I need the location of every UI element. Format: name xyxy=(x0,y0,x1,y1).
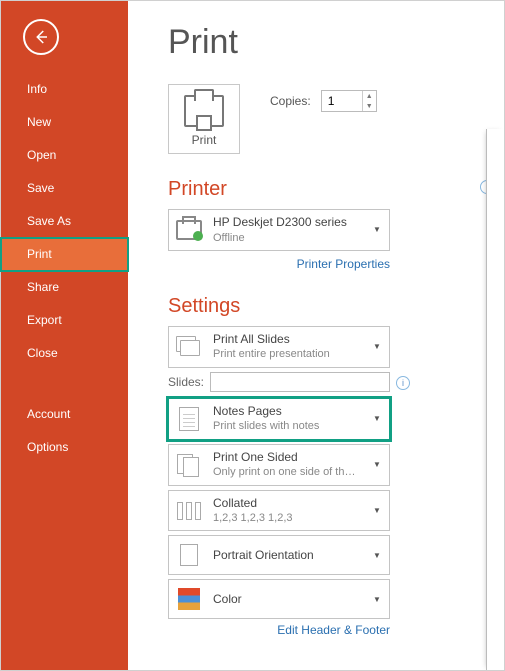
backstage-view: Info New Open Save Save As Print Share E… xyxy=(1,1,504,670)
orientation-title: Portrait Orientation xyxy=(213,548,361,564)
color-select[interactable]: Color ▼ xyxy=(168,579,390,619)
sidebar-item-account[interactable]: Account xyxy=(1,398,128,431)
copies-up-icon[interactable]: ▲ xyxy=(363,91,376,101)
slides-deck-icon xyxy=(175,333,203,361)
sidebar-item-info[interactable]: Info xyxy=(1,73,128,106)
slides-range-input[interactable] xyxy=(210,372,390,392)
print-what-title: Print All Slides xyxy=(213,332,361,348)
page-title: Print xyxy=(168,23,494,62)
printer-status: Offline xyxy=(213,231,361,245)
printer-name: HP Deskjet D2300 series xyxy=(213,215,361,231)
collate-select[interactable]: Collated 1,2,3 1,2,3 1,2,3 ▼ xyxy=(168,490,390,532)
collate-icon xyxy=(175,497,203,525)
collate-title: Collated xyxy=(213,496,361,512)
chevron-down-icon: ▼ xyxy=(371,595,383,604)
notes-page-icon xyxy=(175,405,203,433)
sides-title: Print One Sided xyxy=(213,450,361,466)
printer-select[interactable]: HP Deskjet D2300 series Offline ▼ xyxy=(168,209,390,251)
sides-sub: Only print on one side of th… xyxy=(213,465,361,479)
chevron-down-icon: ▼ xyxy=(371,414,383,423)
sidebar-item-options[interactable]: Options xyxy=(1,431,128,464)
info-icon[interactable]: i xyxy=(396,376,410,390)
orientation-select[interactable]: Portrait Orientation ▼ xyxy=(168,535,390,575)
sidebar-item-open[interactable]: Open xyxy=(1,139,128,172)
sidebar-item-print[interactable]: Print xyxy=(1,238,128,271)
print-what-select[interactable]: Print All Slides Print entire presentati… xyxy=(168,326,390,368)
preview-pane-edge xyxy=(486,129,504,670)
copies-label: Copies: xyxy=(270,94,311,108)
color-title: Color xyxy=(213,592,361,608)
chevron-down-icon: ▼ xyxy=(371,225,383,234)
collate-sub: 1,2,3 1,2,3 1,2,3 xyxy=(213,511,361,525)
main-panel: Print Print Copies: ▲ ▼ Printer i xyxy=(128,1,504,670)
back-button[interactable] xyxy=(23,19,59,55)
sides-select[interactable]: Print One Sided Only print on one side o… xyxy=(168,444,390,486)
copies-spinbox[interactable]: ▲ ▼ xyxy=(321,90,377,112)
sidebar-item-export[interactable]: Export xyxy=(1,304,128,337)
print-button[interactable]: Print xyxy=(168,84,240,154)
slides-range-group: Slides: i xyxy=(168,372,390,392)
settings-heading: Settings xyxy=(168,295,494,318)
chevron-down-icon: ▼ xyxy=(371,551,383,560)
layout-title: Notes Pages xyxy=(213,404,361,420)
sidebar-item-close[interactable]: Close xyxy=(1,337,128,370)
printer-status-icon xyxy=(175,216,203,244)
chevron-down-icon: ▼ xyxy=(371,342,383,351)
sidebar-item-new[interactable]: New xyxy=(1,106,128,139)
chevron-down-icon: ▼ xyxy=(371,506,383,515)
orientation-icon xyxy=(175,541,203,569)
sidebar: Info New Open Save Save As Print Share E… xyxy=(1,1,128,670)
printer-icon xyxy=(184,95,224,127)
printer-heading: Printer xyxy=(168,178,494,201)
printer-properties-link[interactable]: Printer Properties xyxy=(168,257,390,271)
one-sided-icon xyxy=(175,451,203,479)
back-arrow-icon xyxy=(32,28,50,46)
copies-input[interactable] xyxy=(322,91,362,111)
sidebar-item-save[interactable]: Save xyxy=(1,172,128,205)
sidebar-item-share[interactable]: Share xyxy=(1,271,128,304)
color-icon xyxy=(175,585,203,613)
copies-arrows: ▲ ▼ xyxy=(362,91,376,111)
edit-header-footer-link[interactable]: Edit Header & Footer xyxy=(168,623,390,637)
layout-select[interactable]: Notes Pages Print slides with notes ▼ xyxy=(168,398,390,440)
layout-sub: Print slides with notes xyxy=(213,419,361,433)
print-button-label: Print xyxy=(173,133,235,147)
chevron-down-icon: ▼ xyxy=(371,460,383,469)
slides-range-label: Slides: xyxy=(168,375,204,389)
copies-down-icon[interactable]: ▼ xyxy=(363,101,376,111)
copies-group: Copies: ▲ ▼ xyxy=(270,84,377,112)
print-what-sub: Print entire presentation xyxy=(213,347,361,361)
sidebar-item-save-as[interactable]: Save As xyxy=(1,205,128,238)
